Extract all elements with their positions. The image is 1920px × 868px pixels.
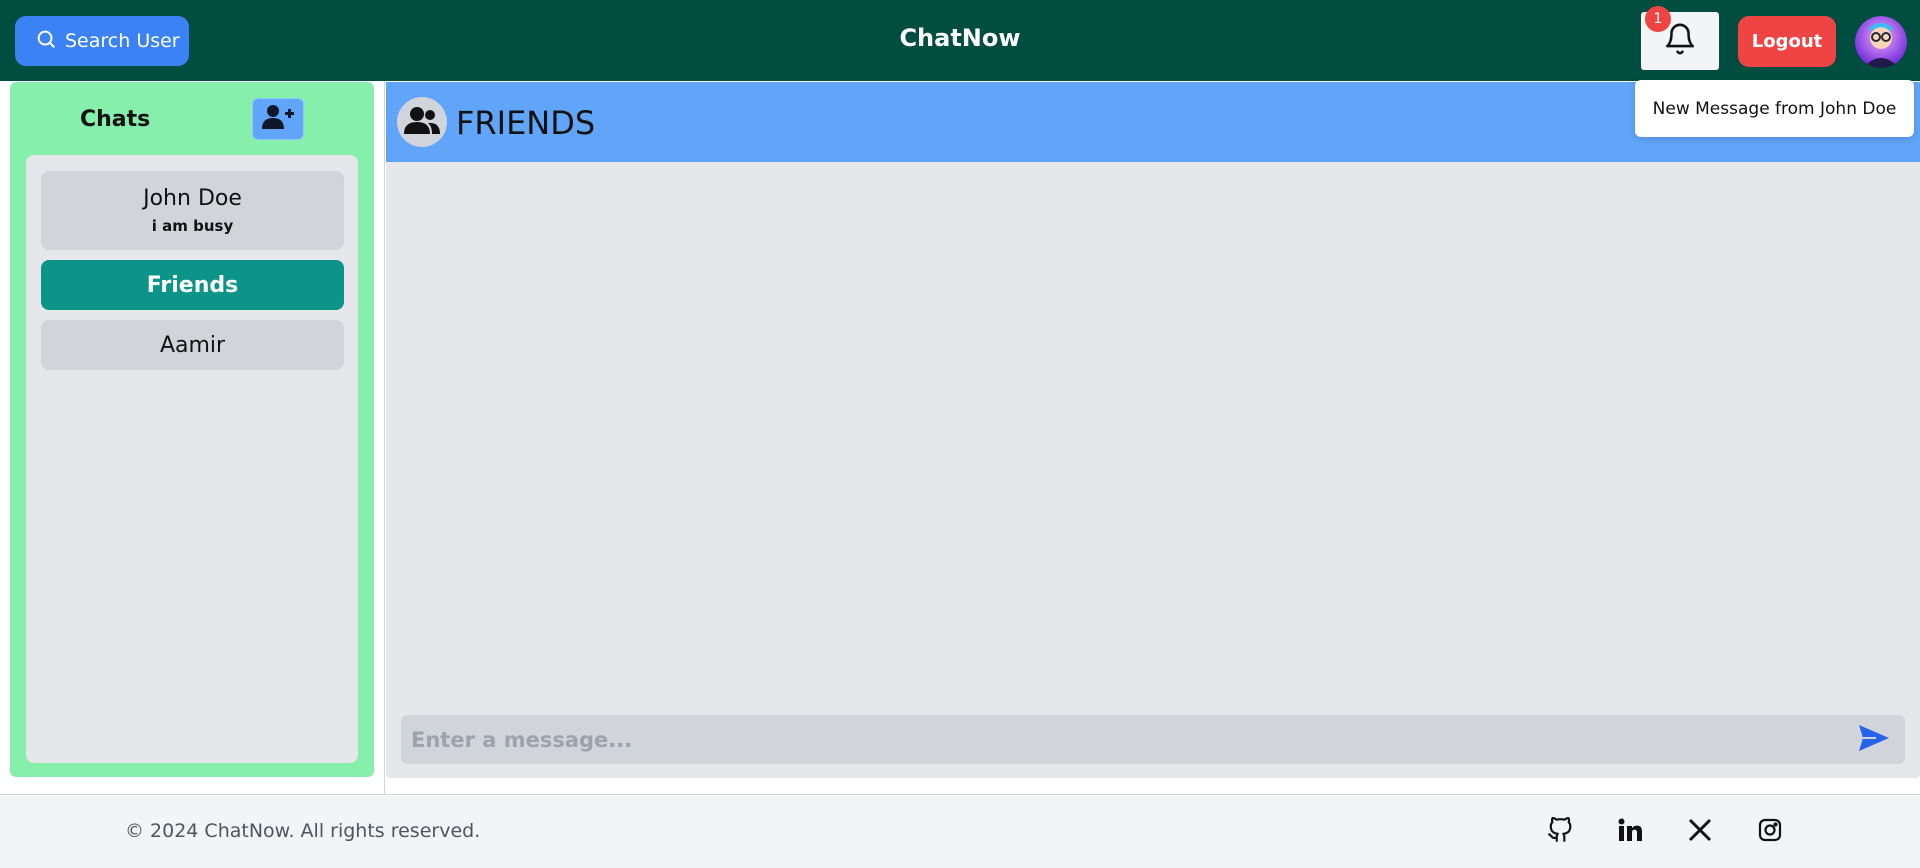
chat-name: Friends [146,272,239,298]
search-user-label: Search User [65,30,180,52]
linkedin-icon [1618,818,1642,846]
chat-title: FRIENDS [456,104,596,142]
github-icon [1547,816,1573,847]
linkedin-link[interactable] [1615,817,1645,847]
message-input[interactable] [401,715,1905,764]
instagram-icon [1758,818,1782,846]
github-link[interactable] [1545,816,1575,847]
create-group-button[interactable] [252,98,304,140]
x-link[interactable] [1685,817,1715,847]
chats-title: Chats [80,107,151,132]
chat-name: John Doe [143,186,242,211]
group-avatar [397,97,447,147]
user-avatar[interactable] [1855,16,1907,68]
instagram-link[interactable] [1755,817,1785,847]
notification-count-badge: 1 [1645,6,1671,32]
chat-name: Aamir [159,332,226,358]
panel-divider [384,82,385,794]
notification-message: New Message from John Doe [1652,98,1897,119]
chat-last-message: i am busy [151,217,234,235]
search-icon [35,28,65,55]
logout-button[interactable]: Logout [1738,16,1836,67]
user-plus-icon [262,104,294,134]
chat-item-aamir[interactable]: Aamir [41,320,344,370]
chat-item-john-doe[interactable]: John Doe i am busy [41,171,344,250]
search-user-button[interactable]: Search User [15,16,189,66]
copyright-text: © 2024 ChatNow. All rights reserved. [125,820,481,842]
footer-divider [0,794,1920,795]
x-icon [1688,818,1712,846]
send-icon [1858,724,1890,756]
chat-item-friends[interactable]: Friends [41,260,344,310]
send-button[interactable] [1858,724,1890,756]
top-navbar [0,0,1920,81]
chat-panel [386,82,1920,778]
notification-popup[interactable]: New Message from John Doe [1635,80,1914,137]
users-icon [404,106,440,138]
